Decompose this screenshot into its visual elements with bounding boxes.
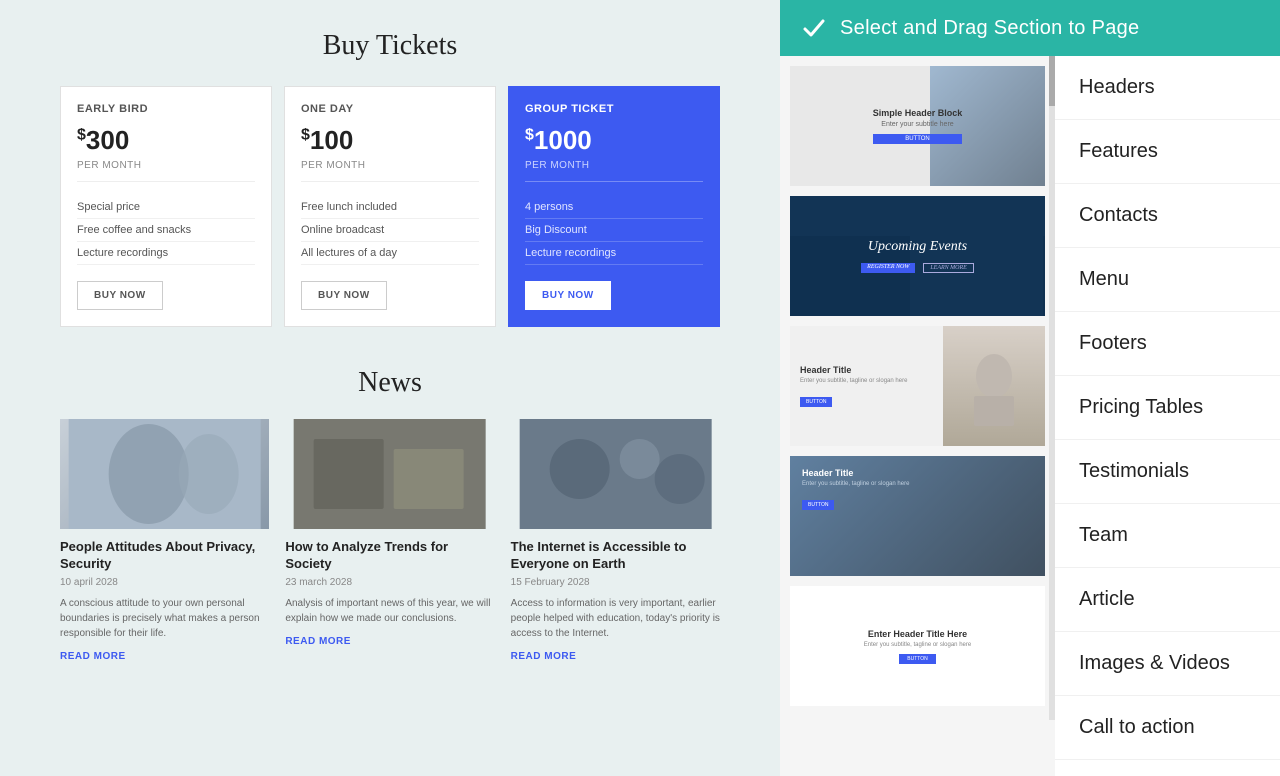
feature-list-3: 4 persons Big Discount Lecture recording… [525, 196, 703, 265]
thumbnail-team-header[interactable]: Header Title Enter you subtitle, tagline… [790, 456, 1045, 576]
pricing-card-one-day: ONE DAY $100 PER MONTH Free lunch includ… [284, 86, 496, 327]
read-more-3[interactable]: READ MORE [511, 651, 720, 662]
thumbnail-pricing-header[interactable]: Header Title Enter you subtitle, tagline… [790, 326, 1045, 446]
scrollbar-track[interactable] [1049, 56, 1055, 720]
price-1: $300 [77, 125, 255, 156]
category-images-videos[interactable]: Images & Videos [1055, 632, 1280, 696]
news-title: News [60, 367, 720, 399]
news-article-desc-3: Access to information is very important,… [511, 596, 720, 641]
buy-button-2[interactable]: BUY NOW [301, 281, 387, 310]
pricing-card-group: GROUP TICKET $1000 PER MONTH 4 persons B… [508, 86, 720, 327]
category-contacts[interactable]: Contacts [1055, 184, 1280, 248]
feature-item: Lecture recordings [525, 242, 703, 265]
right-panel: Select and Drag Section to Page Simple H… [780, 0, 1280, 720]
news-card-1: People Attitudes About Privacy, Security… [60, 419, 269, 662]
buy-button-3[interactable]: BUY NOW [525, 281, 611, 310]
news-grid: People Attitudes About Privacy, Security… [60, 419, 720, 662]
thumbnail-upcoming-events[interactable]: Upcoming Events REGISTER NOW LEARN MORE [790, 196, 1045, 316]
pricing-cards: EARLY BIRD $300 PER MONTH Special price … [60, 86, 720, 327]
feature-item: Free lunch included [301, 196, 479, 219]
category-menu[interactable]: Menu [1055, 248, 1280, 312]
thumbnail-plain-header[interactable]: Enter Header Title Here Enter you subtit… [790, 586, 1045, 706]
feature-item: Online broadcast [301, 219, 479, 242]
tier-label-3: GROUP TICKET [525, 103, 703, 115]
news-article-title-1: People Attitudes About Privacy, Security [60, 539, 269, 573]
thumb1-subtitle: Enter your subtitle here [873, 121, 963, 128]
per-month-1: PER MONTH [77, 160, 255, 182]
news-article-title-2: How to Analyze Trends for Society [285, 539, 494, 573]
price-3: $1000 [525, 125, 703, 156]
news-article-title-3: The Internet is Accessible to Everyone o… [511, 539, 720, 573]
feature-item: 4 persons [525, 196, 703, 219]
feature-item: Lecture recordings [77, 242, 255, 265]
thumb4-title: Header Title [802, 468, 1033, 478]
per-month-2: PER MONTH [301, 160, 479, 182]
tier-label-1: EARLY BIRD [77, 103, 255, 115]
per-month-3: PER MONTH [525, 160, 703, 182]
news-article-date-3: 15 February 2028 [511, 577, 720, 588]
news-card-3: The Internet is Accessible to Everyone o… [511, 419, 720, 662]
category-call-to-action[interactable]: Call to action [1055, 696, 1280, 760]
read-more-2[interactable]: READ MORE [285, 636, 494, 647]
price-2: $100 [301, 125, 479, 156]
top-bar-title: Select and Drag Section to Page [840, 17, 1140, 40]
category-article[interactable]: Article [1055, 568, 1280, 632]
category-footers[interactable]: Footers [1055, 312, 1280, 376]
category-testimonials[interactable]: Testimonials [1055, 440, 1280, 504]
categories-panel: Headers Features Contacts Menu Footers P… [1055, 56, 1280, 776]
scrollbar-thumb[interactable] [1049, 56, 1055, 106]
feature-list-1: Special price Free coffee and snacks Lec… [77, 196, 255, 265]
thumb5-title: Enter Header Title Here [868, 629, 967, 639]
category-pricing-tables[interactable]: Pricing Tables [1055, 376, 1280, 440]
news-article-desc-2: Analysis of important news of this year,… [285, 596, 494, 626]
thumb2-text: Upcoming Events REGISTER NOW LEARN MORE [861, 239, 974, 273]
feature-item: Free coffee and snacks [77, 219, 255, 242]
read-more-1[interactable]: READ MORE [60, 651, 269, 662]
pricing-card-early-bird: EARLY BIRD $300 PER MONTH Special price … [60, 86, 272, 327]
feature-list-2: Free lunch included Online broadcast All… [301, 196, 479, 265]
news-article-desc-1: A conscious attitude to your own persona… [60, 596, 269, 641]
thumbnail-simple-header[interactable]: Simple Header Block Enter your subtitle … [790, 66, 1045, 186]
buy-tickets-title: Buy Tickets [60, 30, 720, 62]
tier-label-2: ONE DAY [301, 103, 479, 115]
category-headers[interactable]: Headers [1055, 56, 1280, 120]
news-article-date-1: 10 april 2028 [60, 577, 269, 588]
buy-button-1[interactable]: BUY NOW [77, 281, 163, 310]
news-card-2: How to Analyze Trends for Society 23 mar… [285, 419, 494, 662]
feature-item: Special price [77, 196, 255, 219]
check-icon [800, 14, 828, 42]
category-features[interactable]: Features [1055, 120, 1280, 184]
top-bar: Select and Drag Section to Page [780, 0, 1280, 56]
feature-item: All lectures of a day [301, 242, 479, 265]
category-team[interactable]: Team [1055, 504, 1280, 568]
thumb4-subtitle: Enter you subtitle, tagline or slogan he… [802, 481, 1033, 487]
thumb5-subtitle: Enter you subtitle, tagline or slogan he… [864, 642, 971, 648]
main-content-panel: Buy Tickets EARLY BIRD $300 PER MONTH Sp… [0, 0, 780, 720]
thumbnails-panel[interactable]: Simple Header Block Enter your subtitle … [780, 56, 1055, 776]
news-article-date-2: 23 march 2028 [285, 577, 494, 588]
thumb1-title: Simple Header Block [873, 108, 963, 118]
feature-item: Big Discount [525, 219, 703, 242]
thumb1-button: BUTTON [873, 134, 963, 144]
